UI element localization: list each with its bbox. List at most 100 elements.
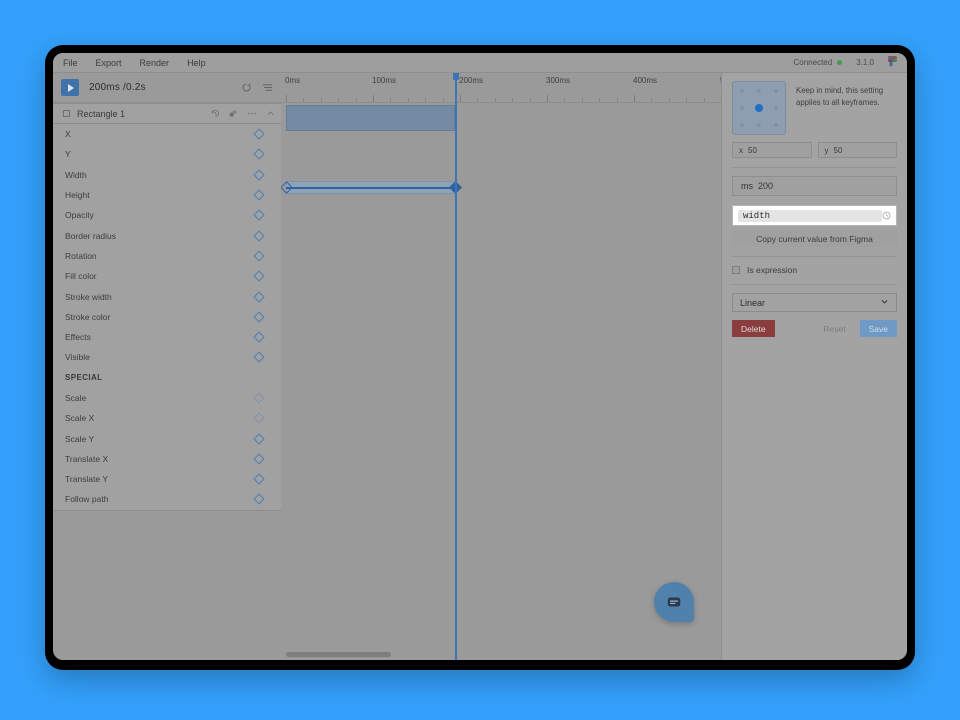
horizontal-scrollbar[interactable] <box>281 650 721 660</box>
chevron-up-icon[interactable] <box>266 109 275 118</box>
track-row[interactable] <box>281 489 721 509</box>
property-row[interactable]: Effects <box>53 327 281 347</box>
diamond-icon[interactable] <box>253 473 265 485</box>
timeline-panel[interactable]: 0ms100ms200ms300ms400ms50 <box>281 73 721 660</box>
delete-button[interactable]: Delete <box>732 320 775 337</box>
anchor-dot[interactable] <box>774 123 779 128</box>
diamond-icon[interactable] <box>253 412 265 424</box>
diamond-icon[interactable] <box>253 148 265 161</box>
diamond-icon[interactable] <box>253 290 265 303</box>
is-expression-checkbox[interactable] <box>732 266 740 274</box>
reset-button[interactable]: Reset <box>814 320 854 337</box>
menu-item-file[interactable]: File <box>63 58 78 68</box>
play-button[interactable] <box>61 79 79 96</box>
property-row[interactable]: Scale <box>53 388 281 408</box>
property-row[interactable]: Y <box>53 144 281 164</box>
layer-header[interactable]: Rectangle 1 <box>53 104 281 124</box>
ruler-tick <box>668 98 670 102</box>
track-row[interactable] <box>281 204 721 224</box>
copy-from-figma-button[interactable]: Copy current value from Figma <box>732 230 897 247</box>
track-row[interactable] <box>281 225 721 245</box>
property-row[interactable]: Visible <box>53 347 281 367</box>
diamond-icon[interactable] <box>253 270 265 282</box>
property-row[interactable]: Stroke color <box>53 307 281 327</box>
diamond-icon[interactable] <box>253 229 265 242</box>
ruler-ticks <box>281 93 721 102</box>
property-row[interactable]: Follow path <box>53 489 281 509</box>
track-row[interactable] <box>281 286 721 306</box>
property-row[interactable]: Opacity <box>53 205 281 225</box>
menu-item-render[interactable]: Render <box>140 58 170 68</box>
track-row[interactable] <box>281 468 721 488</box>
diamond-icon[interactable] <box>253 453 265 465</box>
pin-icon[interactable] <box>229 109 238 118</box>
anchor-dot[interactable] <box>756 88 761 93</box>
diamond-icon[interactable] <box>253 351 265 364</box>
anchor-grid-icon[interactable] <box>732 81 786 135</box>
diamond-icon[interactable] <box>253 311 265 323</box>
diamond-icon[interactable] <box>253 432 265 445</box>
diamond-icon[interactable] <box>253 209 265 221</box>
loop-icon[interactable] <box>241 82 252 93</box>
scrollbar-thumb[interactable] <box>286 652 391 657</box>
anchor-dot[interactable] <box>774 105 779 110</box>
track-row[interactable] <box>281 103 721 123</box>
chat-fab-button[interactable] <box>654 582 694 622</box>
diamond-icon[interactable] <box>253 189 265 201</box>
anchor-x-field[interactable]: x 50 <box>732 142 812 158</box>
anchor-dot[interactable] <box>739 105 744 110</box>
divider-2 <box>732 256 897 257</box>
anchor-y-field[interactable]: y 50 <box>817 142 897 158</box>
diamond-icon[interactable] <box>253 169 265 181</box>
track-row[interactable] <box>281 448 721 468</box>
ms-field[interactable]: ms 200 <box>732 176 897 196</box>
track-row[interactable] <box>281 347 721 367</box>
menu-item-export[interactable]: Export <box>96 58 122 68</box>
list-icon[interactable] <box>262 82 273 93</box>
anchor-dot[interactable] <box>739 123 744 128</box>
ellipsis-icon[interactable] <box>247 109 257 118</box>
track-row[interactable] <box>281 407 721 427</box>
diamond-icon[interactable] <box>253 392 265 404</box>
property-label: Stroke color <box>65 311 111 322</box>
property-row[interactable]: Width <box>53 165 281 185</box>
anchor-x-value: 50 <box>748 145 757 155</box>
easing-select[interactable]: Linear <box>732 293 897 312</box>
property-row[interactable]: Fill color <box>53 266 281 286</box>
track-row[interactable] <box>281 144 721 164</box>
property-row[interactable]: Rotation <box>53 246 281 266</box>
property-row[interactable]: Scale X <box>53 408 281 428</box>
diamond-icon[interactable] <box>253 331 265 343</box>
anchor-dot[interactable] <box>756 123 761 128</box>
diamond-icon[interactable] <box>253 128 265 140</box>
track-row[interactable] <box>281 123 721 143</box>
diamond-icon[interactable] <box>253 250 265 262</box>
value-input[interactable]: width <box>732 205 897 226</box>
menu-item-help[interactable]: Help <box>187 58 206 68</box>
track-row[interactable] <box>281 367 721 387</box>
property-row[interactable]: Translate X <box>53 449 281 469</box>
is-expression-row[interactable]: Is expression <box>732 265 897 275</box>
anchor-dot[interactable] <box>774 88 779 93</box>
property-row[interactable]: X <box>53 124 281 144</box>
save-button[interactable]: Save <box>859 320 897 337</box>
property-row[interactable]: Translate Y <box>53 469 281 489</box>
property-row[interactable]: Scale Y <box>53 428 281 448</box>
property-row[interactable]: Height <box>53 185 281 205</box>
property-row[interactable]: Stroke width <box>53 286 281 306</box>
diamond-icon[interactable] <box>253 493 265 506</box>
history-icon[interactable] <box>211 109 220 118</box>
playhead[interactable] <box>452 73 459 660</box>
clock-icon[interactable] <box>882 211 891 220</box>
track-row[interactable] <box>281 428 721 448</box>
timeline-ruler[interactable]: 0ms100ms200ms300ms400ms50 <box>281 73 721 103</box>
track-row[interactable] <box>281 387 721 407</box>
anchor-dot[interactable] <box>754 103 763 112</box>
playhead-handle[interactable] <box>452 73 459 80</box>
track-row[interactable] <box>281 265 721 285</box>
anchor-dot[interactable] <box>739 88 744 93</box>
property-row[interactable]: Border radius <box>53 225 281 245</box>
track-row[interactable] <box>281 306 721 326</box>
track-row[interactable] <box>281 245 721 265</box>
track-row[interactable] <box>281 326 721 346</box>
